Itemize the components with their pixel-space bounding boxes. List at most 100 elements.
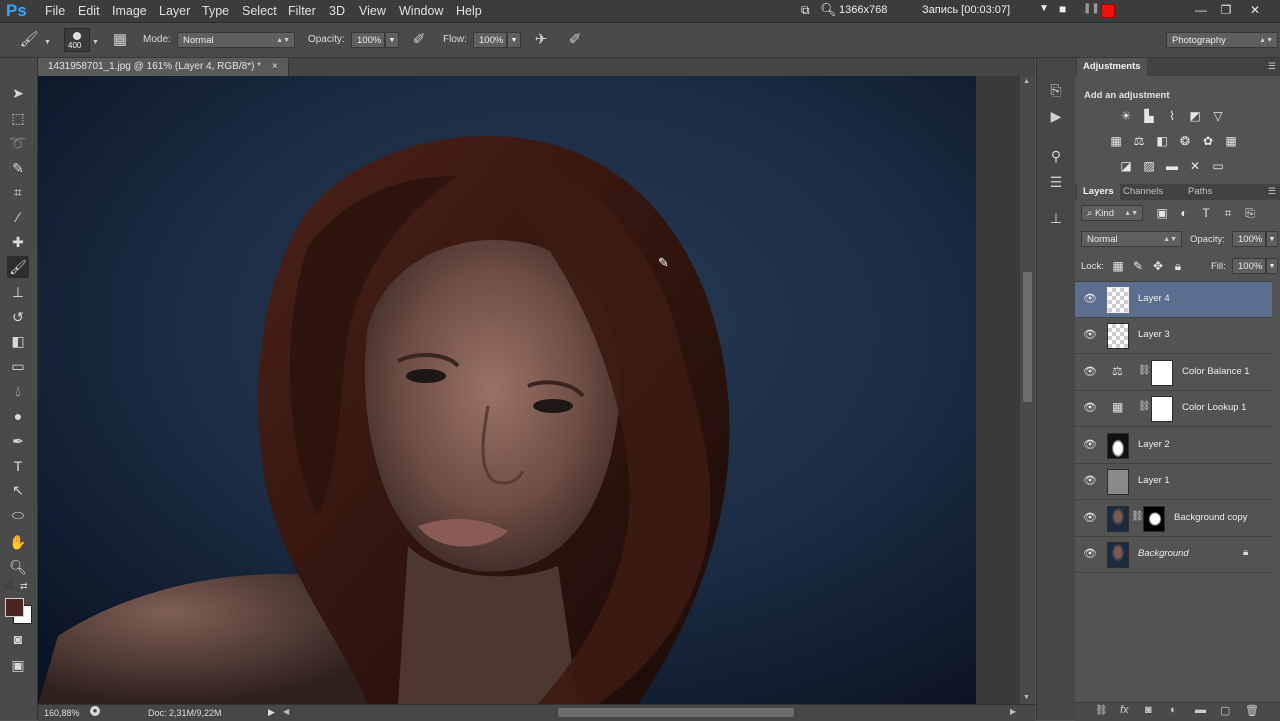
color-balance-icon[interactable]: ⚖ — [1130, 133, 1148, 149]
pressure-size-icon[interactable]: ✐ — [564, 30, 586, 50]
tab-paths[interactable]: Paths — [1182, 184, 1218, 200]
tab-layers[interactable]: Layers — [1077, 184, 1120, 200]
brush-settings-icon[interactable]: ☰ — [1046, 172, 1066, 192]
fill-input[interactable]: 100% — [1232, 258, 1266, 274]
filter-type-icon[interactable]: T — [1197, 205, 1215, 221]
dropdown-arrow-icon[interactable]: ▼ — [1039, 3, 1049, 14]
mode-select[interactable]: Normal ▲▼ — [177, 32, 295, 48]
layer-row-layer-3[interactable]: 👁︎ Layer 3 — [1075, 318, 1272, 354]
tab-channels[interactable]: Channels — [1117, 184, 1169, 200]
visibility-eye-icon[interactable]: 👁︎ — [1083, 293, 1097, 305]
layer-row-layer-2[interactable]: 👁︎ Layer 2 — [1075, 428, 1272, 464]
layer-name[interactable]: Layer 4 — [1138, 293, 1170, 304]
visibility-eye-icon[interactable]: 👁︎ — [1083, 439, 1097, 451]
chevron-down-icon[interactable]: ▼ — [92, 39, 99, 46]
history-brush-tool-icon[interactable]: ↺ — [7, 306, 29, 328]
link-chain-icon[interactable]: ⛓ — [1138, 365, 1151, 376]
layer-opacity-dropdown[interactable]: ▼ — [1266, 231, 1278, 247]
posterize-icon[interactable]: ▨ — [1140, 158, 1158, 174]
screen-mode-icon[interactable]: ▣ — [7, 654, 29, 676]
blend-mode-select[interactable]: Normal ▲▼ — [1081, 231, 1182, 247]
lock-pixels-icon[interactable]: ✎ — [1129, 258, 1147, 274]
crop-tool-icon[interactable]: ⌗ — [7, 181, 29, 203]
layer-mask-thumbnail[interactable] — [1151, 360, 1173, 386]
gradient-tool-icon[interactable]: ▭ — [7, 355, 29, 377]
layer-mask-thumbnail[interactable] — [1143, 506, 1165, 532]
path-selection-tool-icon[interactable]: ↖ — [7, 479, 29, 501]
clone-stamp-tool-icon[interactable]: ⊥ — [7, 281, 29, 303]
tab-adjustments[interactable]: Adjustments — [1077, 58, 1147, 76]
type-tool-icon[interactable]: T — [7, 455, 29, 477]
flow-dropdown[interactable]: ▼ — [507, 32, 521, 48]
default-colors-icon[interactable]: ⬛ — [4, 581, 15, 592]
channel-mixer-icon[interactable]: ✿ — [1199, 133, 1217, 149]
clone-source-icon[interactable]: ⊥ — [1046, 208, 1066, 228]
restore-icon[interactable]: ❐ — [1214, 1, 1238, 19]
color-lookup-icon[interactable]: ▦ — [1222, 133, 1240, 149]
add-mask-icon[interactable]: ◙ — [1145, 704, 1152, 716]
lasso-tool-icon[interactable]: ➰ — [7, 132, 29, 154]
scrollbar-thumb[interactable] — [1023, 272, 1032, 402]
pen-tool-icon[interactable]: ✒ — [7, 430, 29, 452]
quick-select-tool-icon[interactable]: ✎ — [7, 157, 29, 179]
menu-layer[interactable]: Layer — [159, 3, 190, 19]
new-adjustment-icon[interactable]: ◐ — [1170, 704, 1177, 716]
menu-select[interactable]: Select — [242, 3, 277, 19]
layer-name[interactable]: Color Balance 1 — [1182, 366, 1250, 377]
scroll-right-icon[interactable]: ▶ — [1010, 707, 1016, 716]
scroll-down-icon[interactable]: ▼ — [1023, 694, 1030, 701]
panel-menu-icon[interactable]: ☰ — [1268, 61, 1276, 72]
workspace-select[interactable]: Photography ▲▼ — [1166, 32, 1278, 48]
brush-size-picker[interactable]: 400 — [64, 28, 90, 52]
exposure-icon[interactable]: ◩ — [1186, 108, 1204, 124]
selective-color-icon[interactable]: ✕ — [1186, 158, 1204, 174]
layer-filter-kind-select[interactable]: ⌕ Kind ▲▼ — [1081, 205, 1143, 221]
lock-transparency-icon[interactable]: ▦ — [1109, 258, 1127, 274]
minimize-icon[interactable]: — — [1189, 1, 1213, 19]
layer-name[interactable]: Layer 3 — [1138, 329, 1170, 340]
levels-icon[interactable]: ▙ — [1140, 108, 1158, 124]
link-chain-icon[interactable]: ⛓ — [1138, 401, 1151, 412]
layer-row-color-balance-1[interactable]: 👁︎ ⚖ ⛓ Color Balance 1 — [1075, 355, 1272, 391]
layer-name[interactable]: Layer 1 — [1138, 475, 1170, 486]
layer-mask-thumbnail[interactable] — [1151, 396, 1173, 422]
link-layers-icon[interactable]: ⛓ — [1095, 705, 1108, 716]
airbrush-icon[interactable]: ✈ — [530, 30, 552, 50]
ellipse-tool-icon[interactable]: ⬭ — [7, 504, 29, 526]
menu-filter[interactable]: Filter — [288, 3, 316, 19]
curves-icon[interactable]: ⌇ — [1163, 108, 1181, 124]
photo-filter-icon[interactable]: ❂ — [1176, 133, 1194, 149]
layer-row-background-copy[interactable]: 👁︎ ⛓ Background copy — [1075, 501, 1272, 537]
zoom-level[interactable]: 160,88% — [44, 708, 80, 718]
scroll-left-icon[interactable]: ◀ — [283, 707, 289, 716]
blur-tool-icon[interactable]: 💧︎ — [7, 380, 29, 402]
document-canvas[interactable]: ✎ — [38, 76, 976, 704]
menu-image[interactable]: Image — [112, 3, 147, 19]
brush-tool-preset-icon[interactable]: 🖌︎ — [18, 30, 40, 50]
actions-panel-icon[interactable]: ▶ — [1046, 106, 1066, 126]
visibility-eye-icon[interactable]: 👁︎ — [1083, 512, 1097, 524]
visibility-eye-icon[interactable]: 👁︎ — [1083, 329, 1097, 341]
scroll-up-icon[interactable]: ▲ — [1023, 78, 1030, 85]
fill-dropdown[interactable]: ▼ — [1266, 258, 1278, 274]
brush-tool-icon[interactable]: 🖌︎ — [7, 256, 29, 278]
opacity-input[interactable]: 100% — [351, 32, 385, 48]
panel-menu-icon[interactable]: ☰ — [1268, 186, 1276, 197]
layer-name[interactable]: Layer 2 — [1138, 439, 1170, 450]
opacity-dropdown[interactable]: ▼ — [385, 32, 399, 48]
quick-mask-icon[interactable]: ◙ — [7, 628, 29, 650]
zoom-tool-icon[interactable]: 🔍︎ — [7, 556, 29, 578]
visibility-eye-icon[interactable]: 👁︎ — [1083, 475, 1097, 487]
magnifier-icon[interactable]: 🔍︎ — [820, 2, 837, 18]
delete-layer-icon[interactable]: 🗑︎ — [1245, 704, 1259, 717]
lock-all-icon[interactable]: 🔒︎ — [1169, 258, 1187, 274]
fx-icon[interactable]: fx — [1120, 704, 1129, 716]
close-tab-icon[interactable]: × — [272, 61, 278, 72]
chevron-down-icon[interactable]: ▼ — [44, 39, 51, 46]
menu-3d[interactable]: 3D — [329, 3, 345, 19]
swap-colors-icon[interactable]: ⇄ — [20, 581, 28, 592]
visibility-eye-icon[interactable]: 👁︎ — [1083, 366, 1097, 378]
invert-icon[interactable]: ◪ — [1117, 158, 1135, 174]
layer-row-background[interactable]: 👁︎ Background 🔒︎ — [1075, 537, 1272, 573]
black-white-icon[interactable]: ◧ — [1153, 133, 1171, 149]
